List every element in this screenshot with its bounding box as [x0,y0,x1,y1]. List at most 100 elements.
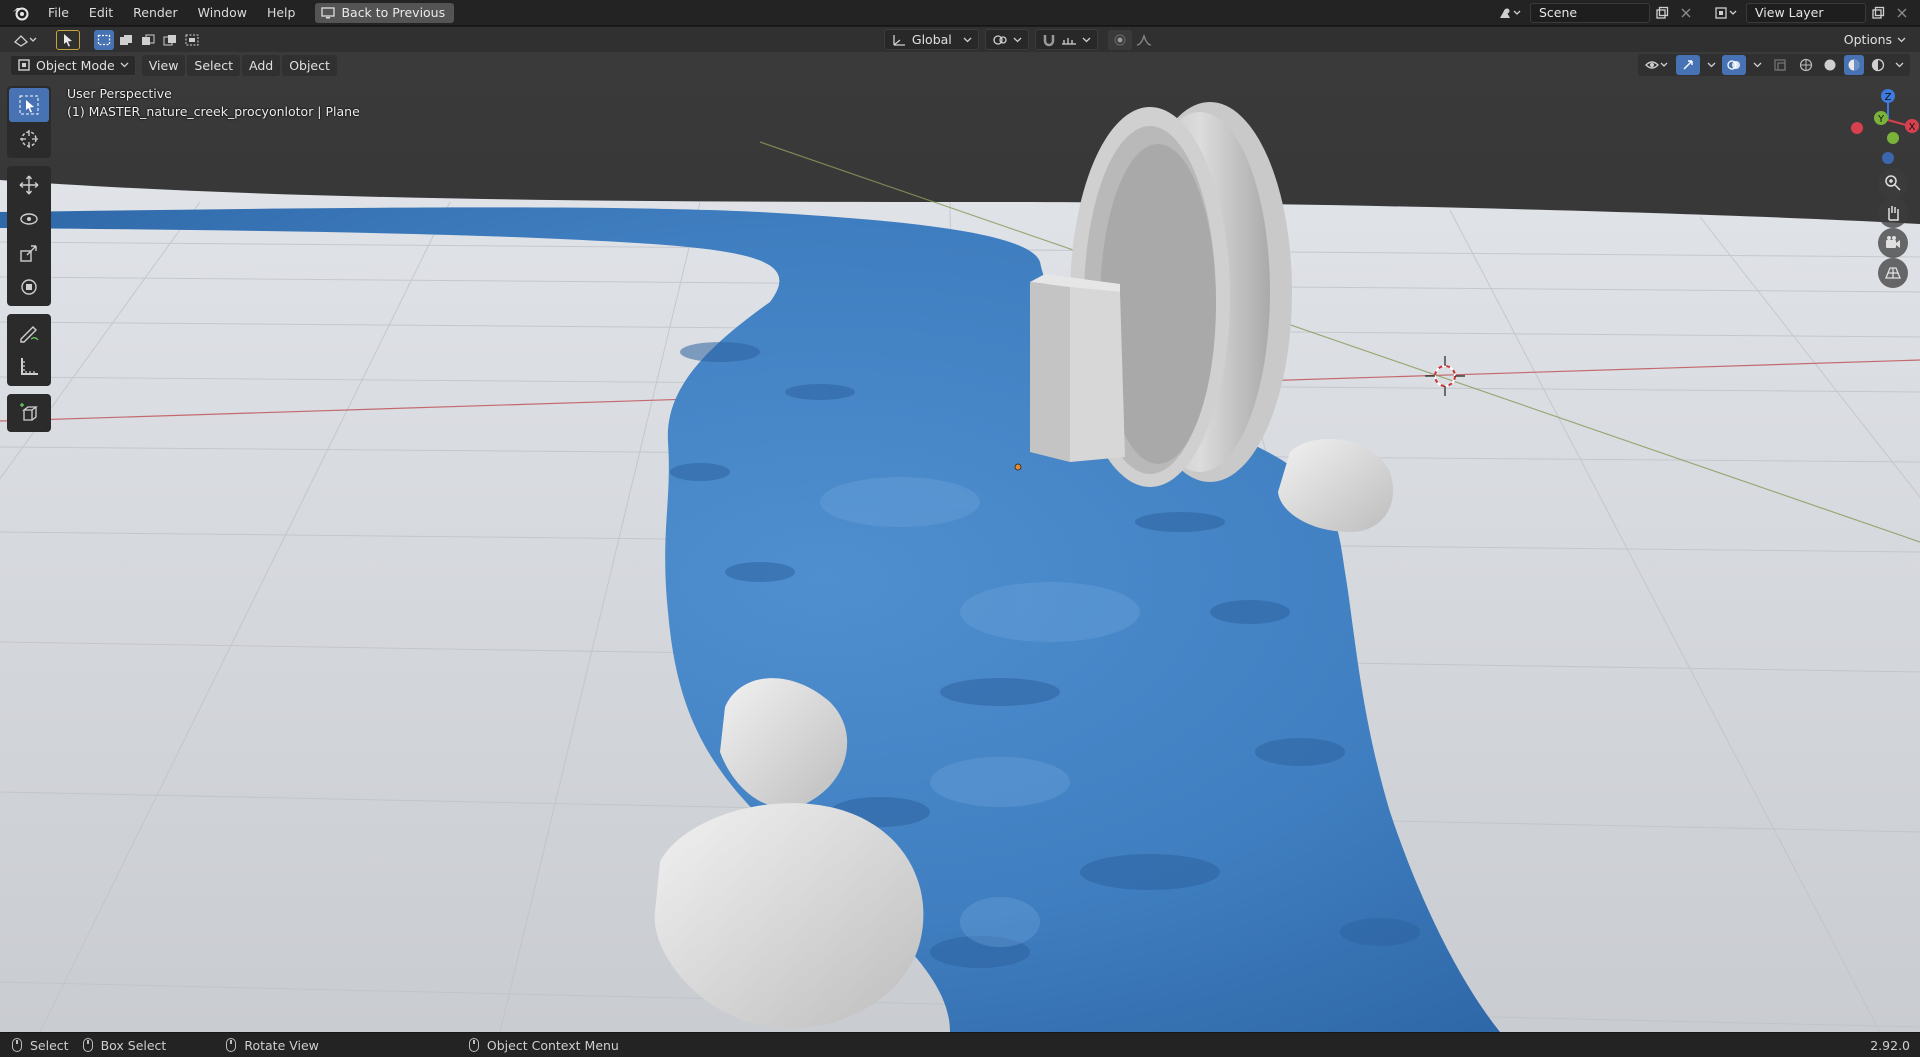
tool-scale[interactable] [9,236,49,270]
tool-cursor[interactable] [9,122,49,156]
menu-help[interactable]: Help [257,2,306,24]
tool-add-cube[interactable] [9,396,49,430]
toggle-perspective-grid-icon[interactable] [1878,258,1908,288]
mouse-left-icon [12,1038,22,1052]
view-layer-name-field[interactable]: View Layer [1746,2,1866,23]
top-menu-bar: File Edit Render Window Help Back to Pre… [0,0,1920,26]
back-to-previous-button[interactable]: Back to Previous [315,2,455,23]
menu-window[interactable]: Window [188,2,257,24]
chevron-down-icon [1082,37,1091,42]
new-view-layer-icon[interactable] [1866,3,1890,23]
select-invert-mode-icon[interactable] [160,30,180,50]
magnet-icon [1043,34,1055,46]
active-tool-select-icon[interactable] [56,29,80,50]
header-menu-select[interactable]: Select [187,54,240,76]
shading-rendered-icon[interactable] [1868,55,1888,75]
select-new-mode-icon[interactable] [94,29,114,50]
viewport-header: Object Mode View Select Add Object [0,52,1920,78]
3d-viewport[interactable]: User Perspective (1) MASTER_nature_creek… [0,52,1920,1032]
status-context-menu-label: Object Context Menu [486,1037,619,1053]
visibility-eye-icon[interactable] [1642,55,1672,75]
blender-logo-icon[interactable] [10,2,32,24]
perspective-label: User Perspective [67,86,172,101]
status-bar: Select Box Select Rotate View Object Con… [0,1032,1920,1057]
proportional-falloff-icon[interactable] [1132,30,1156,50]
scene-name-field[interactable]: Scene [1530,2,1650,23]
shading-material-icon[interactable] [1844,55,1864,75]
editor-type-icon[interactable] [10,30,40,50]
selection-mode-group [94,29,202,50]
options-label: Options [1843,32,1893,47]
snapping-dropdown[interactable] [1034,29,1098,50]
select-box-icon [19,95,39,115]
scale-icon [20,245,37,262]
annotate-pencil-icon [20,326,39,343]
overlays-dropdown-icon[interactable] [1750,55,1764,75]
header-menu-object[interactable]: Object [282,54,337,76]
move-icon [19,175,39,195]
chevron-down-icon [120,62,129,68]
chevron-down-icon [963,37,972,42]
transform-pivot-dropdown[interactable] [984,29,1029,50]
select-subtract-mode-icon[interactable] [138,30,158,50]
status-select: Select [12,1038,69,1053]
tool-move[interactable] [9,168,49,202]
shading-dropdown-icon[interactable] [1892,55,1906,75]
mode-dropdown[interactable]: Object Mode [10,54,136,76]
header-menu-view[interactable]: View [141,54,186,76]
tool-transform[interactable] [9,270,49,304]
mouse-middle-icon [226,1038,237,1052]
cursor-icon [20,130,38,148]
overlays-toggle-icon[interactable] [1722,55,1746,75]
gizmo-toggle-icon[interactable] [1676,55,1700,75]
gizmo-neg-x-icon[interactable] [1851,122,1863,134]
zoom-view-icon[interactable] [1878,168,1908,198]
gizmo-dropdown-icon[interactable] [1704,55,1718,75]
snap-increment-icon [1061,37,1076,45]
add-cube-icon [20,403,38,421]
camera-view-icon[interactable] [1878,228,1908,258]
rotate-icon [20,213,38,225]
select-extend-mode-icon[interactable] [116,30,136,50]
options-dropdown[interactable]: Options [1838,29,1912,50]
menu-edit[interactable]: Edit [79,2,123,24]
menu-render[interactable]: Render [123,2,188,24]
new-scene-icon[interactable] [1650,3,1674,23]
transform-orientation-value: Global [911,32,952,47]
trough-block [1030,274,1125,462]
gizmo-y-label: Y [1877,114,1885,125]
object-mode-icon [18,59,30,71]
tool-measure[interactable] [9,350,49,384]
tool-select-box[interactable] [9,88,49,122]
transform-orientation-dropdown[interactable]: Global [883,29,979,50]
shading-solid-icon[interactable] [1820,55,1840,75]
pivot-point-icon [993,34,1007,45]
tool-shelf [7,86,51,440]
pan-view-hand-icon[interactable] [1878,198,1908,228]
delete-view-layer-icon[interactable] [1890,3,1914,23]
status-rotate-view: Rotate View [226,1038,319,1053]
scene-selector-icon[interactable] [1494,3,1526,23]
status-rotate-view-label: Rotate View [244,1037,319,1053]
navigation-gizmo[interactable]: Z X Y [1840,86,1920,176]
screen-icon [321,6,336,18]
gizmo-z-label: Z [1885,92,1892,103]
status-box-select: Box Select [82,1038,166,1053]
xray-toggle-icon[interactable] [1768,55,1792,75]
transform-icon [21,279,37,295]
proportional-editing-icon[interactable] [1107,29,1132,50]
view-layer-selector-icon[interactable] [1710,3,1742,23]
object-origin-dot [1014,463,1022,471]
tool-settings-bar: Global Options [0,27,1920,52]
shading-wireframe-icon[interactable] [1796,55,1816,75]
tool-annotate[interactable] [9,316,49,350]
select-intersect-mode-icon[interactable] [182,30,202,50]
menu-file[interactable]: File [38,2,79,24]
gizmo-neg-z-icon[interactable] [1882,152,1894,164]
tool-rotate[interactable] [9,202,49,236]
delete-scene-icon[interactable] [1674,3,1698,23]
status-context-menu: Object Context Menu [468,1037,619,1053]
header-menu-add[interactable]: Add [241,54,281,76]
orientation-axes-icon [893,34,905,46]
gizmo-neg-y-icon[interactable] [1887,132,1899,144]
